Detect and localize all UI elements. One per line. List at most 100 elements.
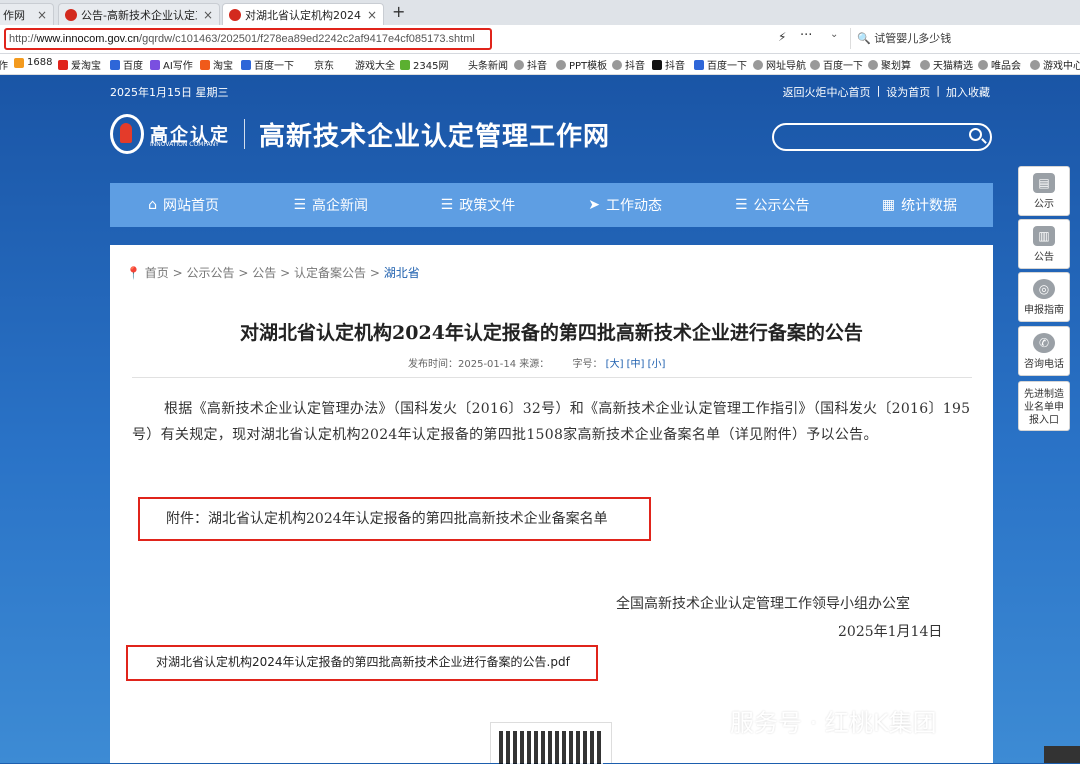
signature-date: 2025年1月14日 — [838, 624, 943, 640]
bookmark[interactable]: 爱淘宝 — [58, 57, 101, 72]
nav-home[interactable]: ⌂ 网站首页 — [110, 183, 257, 227]
bookmark[interactable]: 抖音 — [514, 57, 547, 72]
bookmark[interactable]: 抖音 — [612, 57, 645, 72]
breadcrumb: 📍 首页 > 公示公告 > 公告 > 认定备案公告 > 湖北省 — [126, 264, 420, 281]
chevron-down-icon[interactable]: ⌄ — [830, 29, 838, 40]
site-favicon-icon — [65, 8, 77, 21]
watermark: 服务号 · 红桃K集团 — [730, 709, 937, 737]
site-favicon-icon — [229, 8, 241, 21]
close-icon[interactable]: × — [367, 8, 377, 22]
bookmark[interactable]: 京东 — [314, 57, 334, 72]
url-field[interactable]: http://www.innocom.gov.cn/gqrdw/c101463/… — [4, 28, 492, 50]
divider: | — [876, 84, 881, 97]
bookmark-label: 爱淘宝 — [71, 61, 101, 72]
breadcrumb-current[interactable]: 湖北省 — [384, 266, 420, 280]
more-icon[interactable]: ··· — [800, 28, 812, 43]
new-tab-button[interactable]: + — [392, 2, 405, 21]
pdf-download-link[interactable]: 对湖北省认定机构2024年认定报备的第四批高新技术企业进行备案的公告.pdf — [126, 645, 598, 681]
bookmark-label: 百度一下 — [707, 61, 747, 72]
bookmark[interactable]: AI写作 — [150, 57, 193, 72]
bookmark[interactable]: 游戏中心 — [1030, 57, 1080, 72]
bookmark-label: 1688 — [27, 57, 53, 68]
link-add-favorite[interactable]: 加入收藏 — [946, 84, 990, 100]
bookmark[interactable]: 天猫精选 — [920, 57, 973, 72]
nav-statistics[interactable]: ▦ 统计数据 — [846, 183, 993, 227]
publish-info: 发布时间：2025-01-14 来源： — [408, 359, 550, 370]
bookmark-label: 抖音 — [665, 61, 685, 72]
side-button-notice[interactable]: ▤ 公示 — [1018, 166, 1070, 216]
side-button-guide[interactable]: ◎ 申报指南 — [1018, 272, 1070, 322]
bookmark-icon — [14, 57, 24, 68]
bookmark[interactable]: 百度一下 — [694, 57, 747, 72]
calendar-icon: ▥ — [1033, 226, 1055, 246]
phone-icon: ✆ — [1033, 333, 1055, 353]
globe-icon — [753, 59, 763, 70]
breadcrumb-home[interactable]: 首页 — [145, 266, 169, 280]
article-body: 根据《高新技术企业认定管理办法》（国科发火〔2016〕32号）和《高新技术企业认… — [132, 401, 971, 443]
font-size-options[interactable]: [大] [中] [小] — [606, 359, 666, 370]
side-button-announcement[interactable]: ▥ 公告 — [1018, 219, 1070, 269]
bookmark[interactable]: 百度一下 — [810, 57, 863, 72]
bookmark[interactable]: 百度 — [110, 57, 143, 72]
side-label: 公示 — [1034, 199, 1054, 210]
globe-icon — [514, 59, 524, 70]
tab-3-active[interactable]: 对湖北省认定机构2024年认定 × — [222, 3, 384, 25]
bookmark-label: 聚划算 — [881, 61, 911, 72]
side-button-phone[interactable]: ✆ 咨询电话 — [1018, 326, 1070, 376]
attachment-link[interactable]: 附件：湖北省认定机构2024年认定报备的第四批高新技术企业备案名单 — [138, 497, 651, 541]
link-set-homepage[interactable]: 设为首页 — [886, 84, 930, 100]
bookmark-label: PPT模板 — [569, 61, 608, 72]
bookmark[interactable]: 2345网 — [400, 57, 448, 72]
breadcrumb-notices[interactable]: 公示公告 — [187, 266, 235, 280]
bolt-icon[interactable]: ⚡ — [778, 30, 786, 44]
search-icon[interactable] — [969, 128, 982, 141]
site-logo[interactable]: 高企认定 INNOVATION COMPANY 高新技术企业认定管理工作网 — [110, 114, 610, 154]
home-icon: ⌂ — [148, 197, 158, 213]
nav-work-updates[interactable]: ➤ 工作动态 — [552, 183, 699, 227]
side-button-manufacturing[interactable]: 先进制造业名单申报入口 — [1018, 381, 1070, 431]
bookmark-icon — [400, 59, 410, 70]
bookmark[interactable]: 游戏大全 — [355, 57, 395, 72]
bookmark[interactable]: 网址导航 — [753, 57, 806, 72]
tab-2[interactable]: 公告-高新技术企业认定工作网 × — [58, 3, 220, 25]
globe-icon — [920, 59, 930, 70]
bookmark[interactable]: 唯品会 — [978, 57, 1021, 72]
bookmark-label: 百度 — [123, 61, 143, 72]
bookmarks-bar: 作 1688 爱淘宝 百度 AI写作 淘宝 百度一下 京东 游戏大全 2345网… — [0, 54, 1080, 75]
close-icon[interactable]: × — [203, 8, 213, 22]
compass-icon: ◎ — [1033, 279, 1055, 299]
side-label: 公告 — [1034, 252, 1054, 263]
bookmark[interactable]: 抖音 — [652, 57, 685, 72]
bookmark[interactable]: 1688 — [14, 57, 52, 68]
qr-code — [490, 722, 612, 764]
main-nav: ⌂ 网站首页 ☰ 高企新闻 ☰ 政策文件 ➤ 工作动态 ☰ 公示公告 ▦ 统计数据 — [110, 183, 993, 227]
breadcrumb-announcement[interactable]: 公告 — [252, 266, 276, 280]
top-links: 返回火炬中心首页 | 设为首页 | 加入收藏 — [783, 84, 990, 100]
breadcrumb-filing[interactable]: 认定备案公告 — [294, 266, 366, 280]
globe-icon — [1030, 59, 1040, 70]
bookmark[interactable]: 聚划算 — [868, 57, 911, 72]
bookmark[interactable]: PPT模板 — [556, 57, 607, 72]
file-icon: ☰ — [440, 197, 454, 213]
bookmark[interactable]: 百度一下 — [241, 57, 294, 72]
tab-title: 公告-高新技术企业认定工作网 — [81, 8, 197, 22]
globe-icon — [978, 59, 988, 70]
bookmark[interactable]: 作 — [0, 57, 8, 72]
bookmark-label: 百度一下 — [254, 61, 294, 72]
paw-icon — [694, 59, 704, 70]
bookmark[interactable]: 淘宝 — [200, 57, 233, 72]
link-torch-home[interactable]: 返回火炬中心首页 — [783, 84, 871, 100]
browser-search-input[interactable]: 🔍 试管婴儿多少钱 — [850, 28, 1076, 49]
close-icon[interactable]: × — [37, 8, 47, 22]
bookmark-label: 唯品会 — [991, 61, 1021, 72]
site-search-input[interactable] — [772, 123, 992, 151]
nav-news[interactable]: ☰ 高企新闻 — [257, 183, 404, 227]
side-label: 先进制造业名单申报入口 — [1024, 389, 1064, 426]
tab-1[interactable]: 作网 × — [0, 3, 54, 25]
nav-announcements[interactable]: ☰ 公示公告 — [699, 183, 846, 227]
divider: | — [936, 84, 940, 97]
nav-label: 公示公告 — [753, 198, 810, 214]
nav-policy[interactable]: ☰ 政策文件 — [404, 183, 551, 227]
bookmark[interactable]: 头条新闻 — [468, 57, 508, 72]
document-icon: ☰ — [293, 197, 307, 213]
